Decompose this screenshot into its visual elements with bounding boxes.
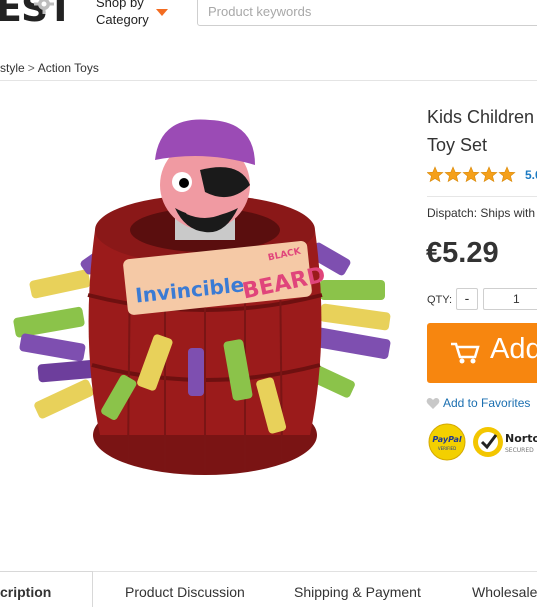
star-icon	[427, 166, 444, 183]
norton-secured-badge: Norton SECURED	[473, 427, 537, 457]
star-icon	[498, 166, 516, 183]
breadcrumb: style > Action Toys	[0, 61, 99, 75]
tab-description-label[interactable]: cription	[0, 584, 51, 600]
norton-badge-text: Norton	[505, 432, 537, 445]
gear-icon	[34, 0, 54, 14]
star-icon	[444, 166, 462, 183]
tab-wholesale[interactable]: Wholesale	[472, 584, 537, 600]
dispatch-value: Ships with	[480, 206, 536, 220]
paypal-badge-text: PayPal	[432, 435, 461, 444]
product-title-line1: Kids Children	[427, 107, 535, 127]
cart-icon	[451, 342, 480, 364]
paypal-badge-subtext: VERIFIED	[438, 446, 456, 451]
heart-icon[interactable]	[426, 397, 440, 410]
shop-by-category-menu[interactable]: Shop by Category	[96, 0, 149, 28]
dispatch-label: Dispatch:	[427, 206, 478, 220]
dispatch-info: Dispatch: Ships with	[427, 206, 535, 220]
category-label: Category	[96, 12, 149, 27]
qty-decrease-button[interactable]: -	[456, 288, 478, 310]
product-price: €5.29	[426, 237, 499, 269]
product-title: Kids Children Toy Set	[427, 103, 537, 159]
rating-value[interactable]: 5.0	[525, 168, 537, 182]
star-icon	[480, 166, 498, 183]
star-icon	[462, 166, 480, 183]
divider	[427, 196, 537, 197]
add-to-favorites-link[interactable]: Add to Favorites	[443, 396, 530, 410]
tab-shipping-payment[interactable]: Shipping & Payment	[294, 584, 421, 600]
qty-input[interactable]: 1	[483, 288, 537, 310]
product-image[interactable]: Invincible BEARD BLACK	[0, 100, 410, 500]
chevron-down-icon[interactable]	[156, 9, 168, 16]
paypal-verified-badge: PayPal VERIFIED	[428, 423, 466, 461]
rating-stars	[427, 166, 516, 183]
qty-label: QTY:	[427, 294, 453, 306]
tab-product-discussion[interactable]: Product Discussion	[125, 584, 245, 600]
search-placeholder: Product keywords	[208, 4, 312, 19]
product-title-line2: Toy Set	[427, 135, 488, 155]
breadcrumb-item-action-toys[interactable]: Action Toys	[38, 61, 99, 75]
breadcrumb-separator: >	[27, 61, 35, 75]
breadcrumb-item-lifestyle[interactable]: style	[0, 61, 25, 75]
divider	[0, 80, 537, 81]
add-to-cart-label: Add	[490, 333, 537, 365]
norton-badge-subtext: SECURED	[505, 447, 534, 454]
shop-by-label: Shop by	[96, 0, 144, 10]
